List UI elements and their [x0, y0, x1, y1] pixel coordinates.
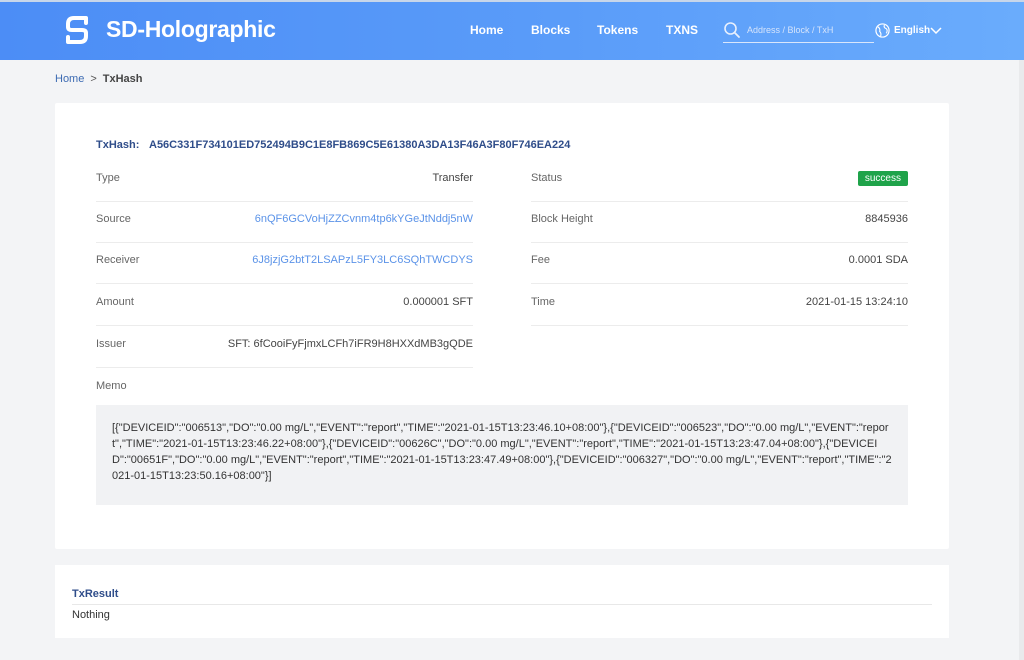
fee-label: Fee [531, 254, 550, 266]
type-value: Transfer [432, 172, 473, 184]
row-source: Source 6nQF6GCVoHjZZCvnm4tp6kYGeJtNddj5n… [96, 202, 473, 243]
top-navbar: SD-Holographic Home Blocks Tokens TXNS E… [0, 0, 1024, 60]
tx-result-card: TxResult Nothing [55, 565, 949, 638]
breadcrumb: Home > TxHash [55, 73, 143, 85]
breadcrumb-home[interactable]: Home [55, 73, 84, 85]
search-bar [723, 19, 874, 43]
logo-icon[interactable] [64, 15, 90, 45]
language-label: English [894, 25, 931, 36]
fee-value: 0.0001 SDA [848, 254, 908, 266]
row-fee: Fee 0.0001 SDA [531, 243, 908, 284]
time-label: Time [531, 296, 556, 308]
receiver-address-link[interactable]: 6J8jzjG2btT2LSAPzL5FY3LC6SQhTWCDYS [252, 254, 473, 266]
breadcrumb-current: TxHash [102, 73, 143, 85]
nav-tokens[interactable]: Tokens [597, 23, 638, 37]
globe-icon [875, 23, 890, 38]
breadcrumb-separator: > [90, 73, 97, 85]
time-value: 2021-01-15 13:24:10 [805, 296, 908, 308]
status-label: Status [531, 172, 563, 184]
amount-value: 0.000001 SFT [403, 296, 473, 308]
receiver-label: Receiver [96, 254, 140, 266]
tx-result-title: TxResult [72, 588, 119, 600]
issuer-value: SFT: 6fCooiFyFjmxLCFh7iFR9H8HXXdMB3gQDE [227, 338, 473, 350]
chevron-down-icon [930, 27, 942, 35]
search-icon[interactable] [723, 21, 741, 39]
amount-label: Amount [96, 296, 134, 308]
memo-label: Memo [96, 380, 127, 392]
transaction-detail-card: TxHash: A56C331F734101ED752494B9C1E8FB86… [55, 103, 949, 549]
block-height-value: 8845936 [865, 213, 908, 225]
type-label: Type [96, 172, 120, 184]
nav-txns[interactable]: TXNS [666, 23, 698, 37]
nav-home[interactable]: Home [470, 23, 503, 37]
source-address-link[interactable]: 6nQF6GCVoHjZZCvnm4tp6kYGeJtNddj5nW [255, 213, 473, 225]
txhash-label: TxHash: [96, 139, 140, 151]
brand-title[interactable]: SD-Holographic [106, 16, 276, 43]
nav-blocks[interactable]: Blocks [531, 23, 570, 37]
page-scrollbar-track[interactable] [1019, 60, 1024, 660]
issuer-label: Issuer [96, 338, 126, 350]
header-top-border [0, 0, 1024, 2]
txhash-value: A56C331F734101ED752494B9C1E8FB869C5E6138… [149, 139, 571, 151]
row-time: Time 2021-01-15 13:24:10 [531, 285, 908, 326]
tx-result-divider [72, 604, 932, 605]
row-issuer: Issuer SFT: 6fCooiFyFjmxLCFh7iFR9H8HXXdM… [96, 327, 473, 368]
search-input[interactable] [747, 21, 873, 39]
memo-text: [{"DEVICEID":"006513","DO":"0.00 mg/L","… [112, 422, 892, 482]
row-receiver: Receiver 6J8jzjG2btT2LSAPzL5FY3LC6SQhTWC… [96, 243, 473, 284]
row-block-height: Block Height 8845936 [531, 202, 908, 243]
memo-box: [{"DEVICEID":"006513","DO":"0.00 mg/L","… [96, 405, 908, 505]
row-type: Type Transfer [96, 161, 473, 202]
row-amount: Amount 0.000001 SFT [96, 285, 473, 326]
tx-result-text: Nothing [72, 609, 110, 621]
status-badge: success [857, 171, 908, 186]
block-height-label: Block Height [531, 213, 593, 225]
row-status: Status success [531, 161, 908, 202]
source-label: Source [96, 213, 131, 225]
